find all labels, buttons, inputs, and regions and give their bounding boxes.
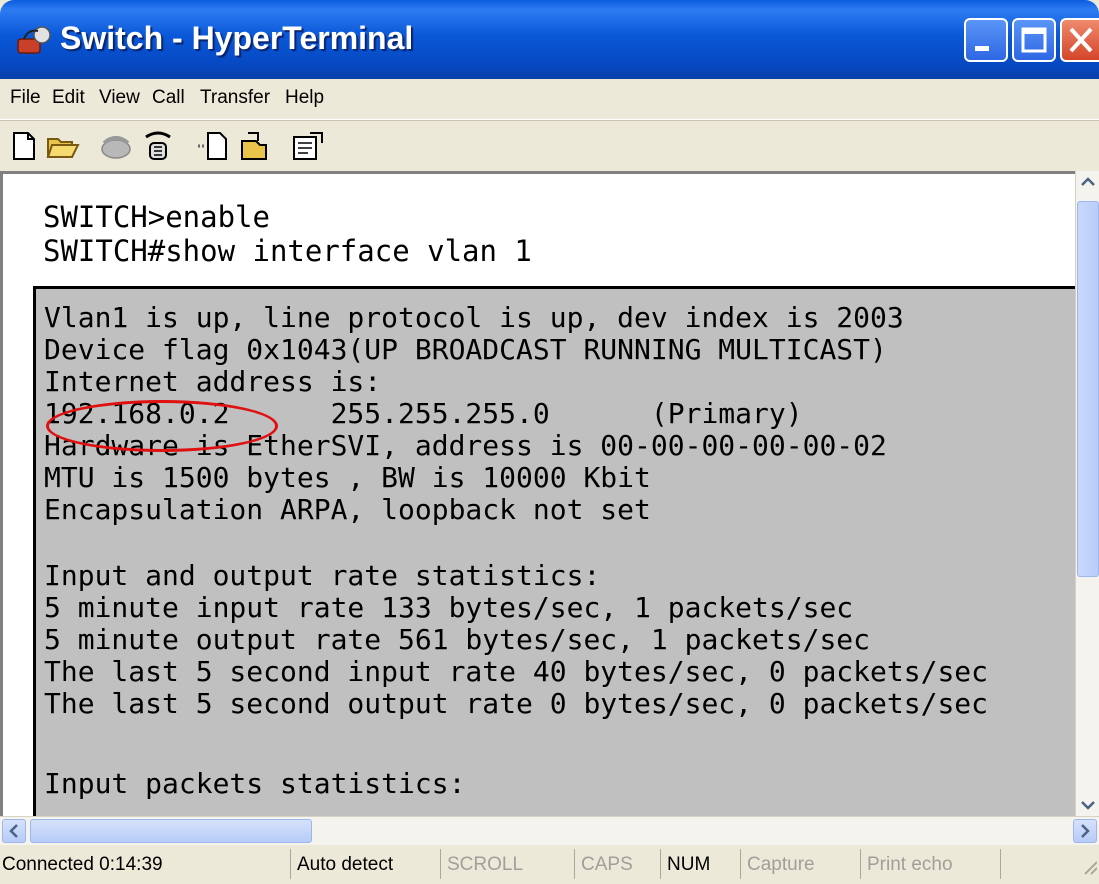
resize-grip-icon — [1084, 861, 1098, 875]
new-icon[interactable] — [6, 129, 42, 163]
menu-edit[interactable]: Edit — [52, 87, 85, 109]
title-bar[interactable]: Switch - HyperTerminal — [0, 0, 1099, 79]
hyperterminal-app-icon[interactable] — [16, 25, 52, 57]
receive-icon[interactable] — [236, 129, 272, 163]
command-line: SWITCH>enable — [43, 200, 270, 234]
command-output: Vlan1 is up, line protocol is up, dev in… — [33, 286, 1075, 816]
close-icon — [1069, 27, 1093, 53]
horizontal-scrollbar[interactable] — [0, 816, 1099, 845]
chevron-left-icon — [9, 824, 18, 838]
output-line: The last 5 second output rate 0 bytes/se… — [44, 687, 989, 720]
menu-file[interactable]: File — [10, 87, 41, 109]
chevron-up-icon — [1081, 177, 1095, 186]
output-line: Internet address is: — [44, 365, 382, 398]
emulation-status: Auto detect — [290, 849, 420, 879]
connection-status: Connected 0:14:39 — [2, 854, 163, 875]
vertical-scrollbar[interactable] — [1075, 171, 1099, 816]
close-button[interactable] — [1060, 18, 1099, 62]
output-line: Input and output rate statistics: — [44, 559, 601, 592]
resize-grip[interactable] — [1000, 849, 1099, 879]
command-line: SWITCH#show interface vlan 1 — [43, 234, 532, 268]
maximize-button[interactable] — [1012, 18, 1056, 62]
scroll-up-button[interactable] — [1077, 171, 1099, 193]
output-line: Device flag 0x1043(UP BROADCAST RUNNING … — [44, 333, 887, 366]
output-line: Vlan1 is up, line protocol is up, dev in… — [44, 301, 904, 334]
connect-icon[interactable] — [98, 129, 134, 163]
menu-bar: File Edit View Call Transfer Help — [0, 79, 1099, 120]
toolbar — [0, 120, 1099, 172]
output-line: Input packets statistics: — [44, 767, 466, 800]
send-icon[interactable] — [194, 129, 230, 163]
output-line: Encapsulation ARPA, loopback not set — [44, 493, 651, 526]
status-bar: Connected 0:14:39 Auto detect SCROLL CAP… — [0, 845, 1099, 882]
menu-call[interactable]: Call — [152, 87, 185, 109]
menu-view[interactable]: View — [99, 87, 140, 109]
horizontal-scroll-thumb[interactable] — [30, 819, 312, 843]
scroll-down-button[interactable] — [1077, 794, 1099, 816]
scroll-lock-status: SCROLL — [440, 849, 540, 879]
minimize-button[interactable] — [964, 18, 1008, 62]
maximize-icon — [1021, 27, 1047, 53]
window-title: Switch - HyperTerminal — [60, 20, 414, 56]
scroll-left-button[interactable] — [2, 819, 26, 843]
terminal-window[interactable]: SWITCH>enable SWITCH#show interface vlan… — [0, 171, 1075, 816]
menu-transfer[interactable]: Transfer — [200, 87, 270, 109]
output-line: MTU is 1500 bytes , BW is 10000 Kbit — [44, 461, 651, 494]
num-lock-status: NUM — [660, 849, 730, 879]
output-line: 5 minute input rate 133 bytes/sec, 1 pac… — [44, 591, 854, 624]
menu-help[interactable]: Help — [285, 87, 324, 109]
minimize-icon — [975, 46, 989, 51]
vertical-scroll-thumb[interactable] — [1077, 201, 1099, 577]
properties-icon[interactable] — [290, 129, 326, 163]
scroll-right-button[interactable] — [1073, 819, 1097, 843]
ip-highlight-circle — [46, 400, 278, 452]
disconnect-icon[interactable] — [140, 129, 176, 163]
open-icon[interactable] — [44, 129, 80, 163]
chevron-right-icon — [1081, 824, 1090, 838]
print-echo-status: Print echo — [860, 849, 990, 879]
capture-status: Capture — [740, 849, 850, 879]
chevron-down-icon — [1081, 801, 1095, 810]
output-line: The last 5 second input rate 40 bytes/se… — [44, 655, 989, 688]
caps-lock-status: CAPS — [574, 849, 654, 879]
output-line: 5 minute output rate 561 bytes/sec, 1 pa… — [44, 623, 871, 656]
